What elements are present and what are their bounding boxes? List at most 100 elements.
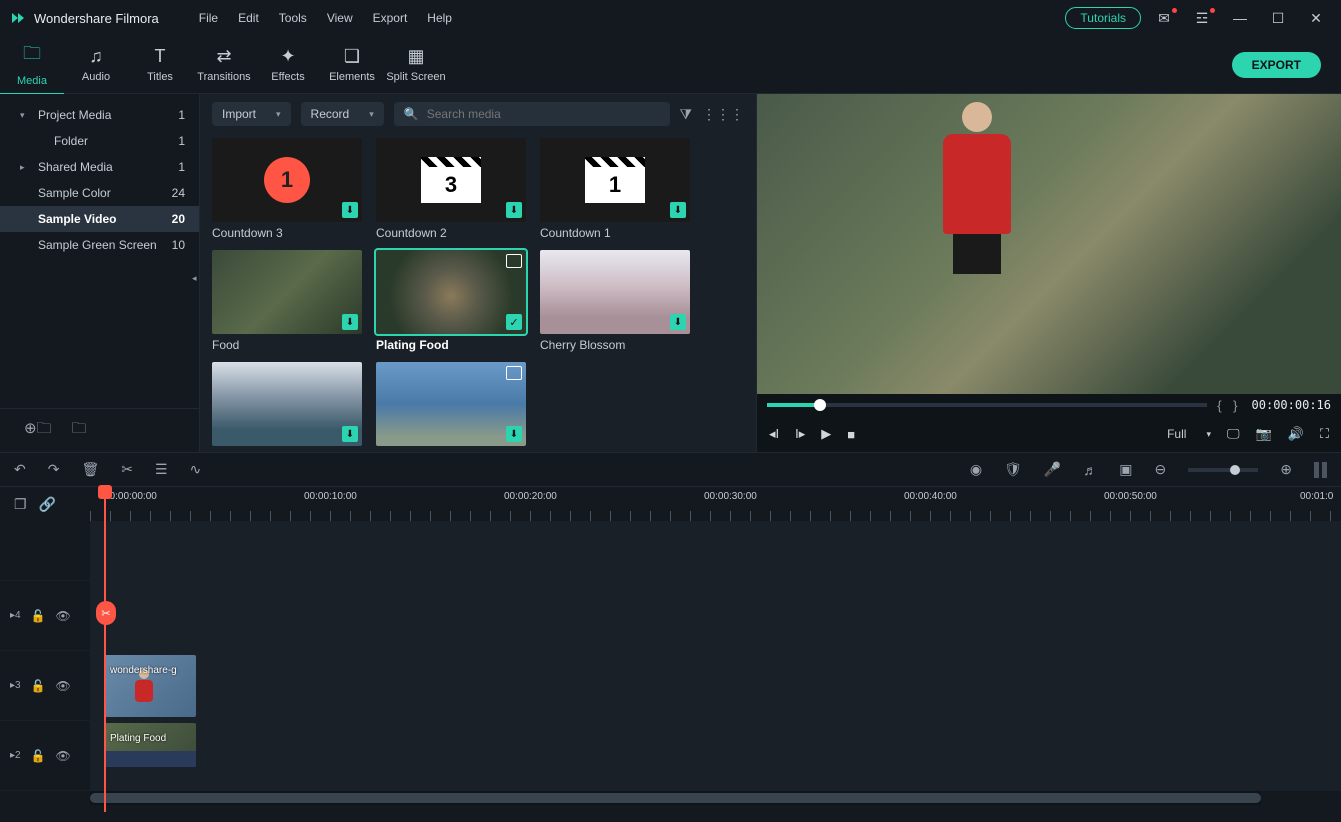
cut-handle-icon[interactable]: ✂ — [96, 601, 116, 625]
media-item-countdown-3[interactable]: 1⬇Countdown 3 — [212, 138, 362, 240]
menu-edit[interactable]: Edit — [238, 11, 259, 25]
step-back-icon[interactable]: ◂I — [769, 426, 779, 442]
search-input[interactable] — [427, 107, 660, 121]
task-list-icon[interactable]: ☲ — [1187, 10, 1217, 27]
undo-icon[interactable]: ↶ — [14, 461, 26, 478]
lock-icon[interactable]: 🔓 — [31, 609, 46, 623]
tab-transitions[interactable]: ⇄Transitions — [192, 40, 256, 89]
mail-icon[interactable]: ✉ — [1149, 10, 1179, 27]
media-item-countdown-1[interactable]: 1⬇Countdown 1 — [540, 138, 690, 240]
zoom-slider[interactable] — [1188, 468, 1258, 472]
menu-view[interactable]: View — [327, 11, 353, 25]
export-button[interactable]: EXPORT — [1232, 52, 1321, 78]
grid-view-icon[interactable]: ⋮⋮⋮ — [702, 106, 744, 123]
app-logo-icon — [10, 10, 26, 26]
sidebar-item-folder[interactable]: Folder1 — [0, 128, 199, 154]
snapshot-icon[interactable]: 📷 — [1256, 426, 1272, 442]
fullscreen-icon[interactable]: ⛶ — [1320, 426, 1329, 442]
window-minimize-icon[interactable]: — — [1225, 10, 1255, 26]
sidebar-item-sample-video[interactable]: Sample Video20 — [0, 206, 199, 232]
link-icon[interactable]: 🔗 — [39, 496, 56, 513]
tab-split-screen[interactable]: ▦Split Screen — [384, 40, 448, 89]
eye-icon[interactable]: 👁 — [56, 679, 71, 693]
music-note-icon: ♫ — [89, 46, 103, 67]
stop-icon[interactable]: ■ — [847, 427, 855, 442]
menu-file[interactable]: File — [199, 11, 218, 25]
tab-titles[interactable]: TTitles — [128, 40, 192, 89]
audio-mixer-icon[interactable]: ♬ — [1083, 462, 1097, 478]
media-item-plating-food[interactable]: ✓Plating Food — [376, 250, 526, 352]
search-icon: 🔍 — [404, 107, 419, 121]
volume-icon[interactable]: 🔊 — [1288, 426, 1304, 442]
tab-media[interactable]: 🗀Media — [0, 35, 64, 95]
media-item-islands[interactable]: ⬇Islands — [212, 362, 362, 452]
media-sidebar: ▾Project Media1 Folder1 ▸Shared Media1 S… — [0, 94, 200, 452]
tab-elements[interactable]: ❏Elements — [320, 40, 384, 89]
track-body[interactable] — [90, 581, 1341, 650]
redo-icon[interactable]: ↷ — [48, 461, 60, 478]
timeline-ruler[interactable]: 00:00:00:00 00:00:10:00 00:00:20:00 00:0… — [90, 487, 1341, 521]
zoom-in-icon[interactable]: ⊕ — [1280, 461, 1292, 478]
cut-icon[interactable]: ✂ — [121, 461, 133, 478]
panel-expand-handle[interactable]: ◂ — [192, 273, 200, 293]
sidebar-item-sample-color[interactable]: Sample Color24 — [0, 180, 199, 206]
voice-icon[interactable]: 🎤 — [1044, 461, 1061, 478]
track-body[interactable]: Plating Food — [90, 721, 1341, 790]
menu-export[interactable]: Export — [373, 11, 408, 25]
timeline-clip-wondershare[interactable]: wondershare-g — [104, 655, 196, 717]
step-forward-icon[interactable]: I▸ — [795, 426, 805, 442]
split-view-icon[interactable] — [1314, 462, 1327, 478]
new-folder-icon[interactable]: ⊕🗀 — [24, 418, 52, 443]
window-maximize-icon[interactable]: ☐ — [1263, 10, 1293, 27]
audio-wave-icon[interactable]: ∿ — [190, 461, 202, 478]
media-item-cherry-blossom[interactable]: ⬇Cherry Blossom — [540, 250, 690, 352]
sidebar-item-sample-green-screen[interactable]: Sample Green Screen10 — [0, 232, 199, 258]
display-icon[interactable]: 🖵 — [1227, 426, 1240, 442]
import-dropdown[interactable]: Import▾ — [212, 102, 291, 126]
tab-effects[interactable]: ✦Effects — [256, 40, 320, 89]
crop-icon[interactable]: ▣ — [1119, 461, 1132, 478]
preview-panel: { } 00:00:00:16 ◂I I▸ ▶ ■ Full▾ 🖵 📷 🔊 ⛶ — [757, 94, 1341, 452]
sidebar-item-shared-media[interactable]: ▸Shared Media1 — [0, 154, 199, 180]
transitions-icon: ⇄ — [216, 46, 231, 67]
download-icon: ⬇ — [670, 202, 686, 218]
menu-tools[interactable]: Tools — [279, 11, 307, 25]
delete-icon[interactable]: 🗑 — [81, 461, 99, 478]
quality-dropdown[interactable]: Full▾ — [1167, 427, 1211, 441]
window-close-icon[interactable]: ✕ — [1301, 10, 1331, 27]
green-screen-icon[interactable]: 🛡 — [1004, 461, 1022, 478]
markers-icon[interactable]: { } — [1217, 398, 1241, 413]
menu-help[interactable]: Help — [427, 11, 452, 25]
media-item-food[interactable]: ⬇Food — [212, 250, 362, 352]
zoom-out-icon[interactable]: ⊖ — [1155, 461, 1167, 478]
timeline-clip-plating-food[interactable]: Plating Food — [104, 723, 196, 767]
record-dropdown[interactable]: Record▾ — [301, 102, 384, 126]
filter-icon[interactable]: ⧩ — [680, 106, 693, 123]
tab-audio[interactable]: ♫Audio — [64, 40, 128, 89]
app-title: Wondershare Filmora — [34, 11, 159, 26]
download-icon: ⬇ — [670, 314, 686, 330]
play-icon[interactable]: ▶ — [821, 426, 831, 442]
playhead[interactable] — [104, 487, 106, 812]
horizontal-scrollbar[interactable] — [90, 791, 1261, 805]
lock-icon[interactable]: 🔓 — [31, 749, 46, 763]
timeline-track-4: ▸4🔓👁 — [0, 581, 1341, 651]
preview-timecode: 00:00:00:16 — [1252, 398, 1331, 412]
color-wheel-icon[interactable]: ◉ — [970, 461, 982, 478]
preview-viewport[interactable] — [757, 94, 1341, 394]
chevron-down-icon: ▾ — [369, 109, 374, 120]
multi-select-icon[interactable]: ❐ — [14, 496, 27, 513]
media-item-countdown-2[interactable]: 3⬇Countdown 2 — [376, 138, 526, 240]
adjust-icon[interactable]: ☰ — [155, 461, 168, 478]
timeline-track-3: ▸3🔓👁 wondershare-g — [0, 651, 1341, 721]
lock-icon[interactable]: 🔓 — [31, 679, 46, 693]
eye-icon[interactable]: 👁 — [56, 609, 71, 623]
preview-progress-bar[interactable] — [767, 403, 1207, 407]
media-item-beach[interactable]: ⬇Beach — [376, 362, 526, 452]
folder-icon[interactable]: 🗀 — [72, 418, 87, 443]
sidebar-item-project-media[interactable]: ▾Project Media1 — [0, 102, 199, 128]
eye-icon[interactable]: 👁 — [56, 749, 71, 763]
tutorials-button[interactable]: Tutorials — [1065, 7, 1141, 29]
download-icon: ⬇ — [342, 314, 358, 330]
track-body[interactable]: wondershare-g — [90, 651, 1341, 720]
